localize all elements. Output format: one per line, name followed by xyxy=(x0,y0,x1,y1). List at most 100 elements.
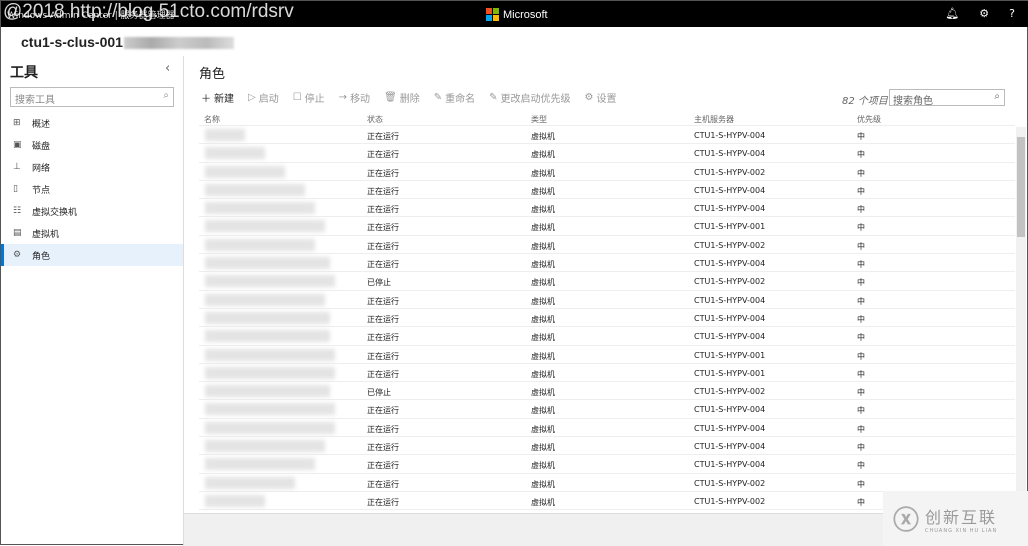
table-cell: 虚拟机 xyxy=(531,186,555,196)
sidebar-item[interactable]: ▯ 节点 xyxy=(1,178,183,200)
toolbar: ＋新建 ▷ 启动 ☐ 停止 → 移动 🗑︎ 删除 ✎ 重命名 ✎ 更改启动优先级 ⚙ 设置 xyxy=(201,90,617,105)
sidebar-item[interactable]: ▣ 磁盘 xyxy=(1,134,183,156)
brand-label: Microsoft xyxy=(503,8,548,21)
toolbar-button[interactable]: → 移动 xyxy=(339,90,370,105)
table-cell: 虚拟机 xyxy=(531,369,555,379)
collapse-icon[interactable]: ‹ xyxy=(165,61,170,76)
column-header[interactable]: 优先级 xyxy=(857,114,881,125)
table-cell: CTU1-S-HYPV-002 xyxy=(694,277,766,287)
table-row[interactable]: 正在运行 虚拟机 CTU1-S-HYPV-004 中 xyxy=(199,327,1015,346)
redacted-name xyxy=(205,330,330,343)
sidebar-item-label: 网络 xyxy=(32,163,51,174)
toolbar-label: 重命名 xyxy=(445,94,476,105)
search-icon[interactable]: ⌕ xyxy=(163,90,169,101)
toolbar-label: 新建 xyxy=(214,94,234,105)
table-row[interactable]: 正在运行 虚拟机 CTU1-S-HYPV-004 中 xyxy=(199,400,1015,419)
table-cell: 中 xyxy=(857,296,865,306)
table-header: 名称 状态 类型 主机服务器 优先级 xyxy=(199,109,1015,126)
table-row[interactable]: 正在运行 虚拟机 CTU1-S-HYPV-004 中 xyxy=(199,419,1015,438)
sidebar-item-label: 虚拟交换机 xyxy=(32,207,78,218)
redacted-name xyxy=(205,165,285,178)
gear-icon: ⚙ xyxy=(13,250,22,260)
redacted-name xyxy=(205,494,265,507)
table-row[interactable]: 已停止 虚拟机 CTU1-S-HYPV-002 中 xyxy=(199,382,1015,401)
sidebar-item[interactable]: ⊞ 概述 xyxy=(1,112,183,134)
table-cell: 中 xyxy=(857,497,865,507)
table-cell: CTU1-S-HYPV-001 xyxy=(694,222,766,232)
table-row[interactable]: 正在运行 虚拟机 CTU1-S-HYPV-004 中 xyxy=(199,126,1015,145)
toolbar-label: 设置 xyxy=(596,94,617,105)
toolbar-button[interactable]: ✎ 更改启动优先级 xyxy=(489,90,570,105)
table-cell: 正在运行 xyxy=(367,479,399,489)
table-row[interactable]: 正在运行 虚拟机 CTU1-S-HYPV-001 中 xyxy=(199,346,1015,364)
toolbar-button[interactable]: ＋新建 xyxy=(201,90,234,105)
toolbar-button[interactable]: ⚙ 设置 xyxy=(585,90,617,105)
role-search-input[interactable]: 搜索角色 ⌕ xyxy=(889,89,1005,107)
toolbar-button[interactable]: ✎ 重命名 xyxy=(434,90,475,105)
table-cell: 正在运行 xyxy=(367,186,399,196)
table-row[interactable]: 已停止 虚拟机 CTU1-S-HYPV-002 中 xyxy=(199,272,1015,291)
table-row[interactable]: 正在运行 虚拟机 CTU1-S-HYPV-004 中 xyxy=(199,455,1015,474)
item-count: 82 个项目 xyxy=(842,96,888,107)
gear-icon[interactable]: ⚙ xyxy=(979,7,989,20)
table-cell: CTU1-S-HYPV-002 xyxy=(694,167,766,177)
table-cell: 中 xyxy=(857,479,865,489)
scrollbar[interactable] xyxy=(1016,127,1026,513)
toolbar-button[interactable]: ▷ 启动 xyxy=(248,90,279,105)
table-cell: 正在运行 xyxy=(367,351,399,361)
table-row[interactable]: 正在运行 虚拟机 CTU1-S-HYPV-004 中 xyxy=(199,437,1015,456)
table-cell: 虚拟机 xyxy=(531,314,555,324)
table-row[interactable]: 正在运行 虚拟机 CTU1-S-HYPV-002 中 xyxy=(199,474,1015,492)
table-cell: CTU1-S-HYPV-002 xyxy=(694,387,766,397)
table-row[interactable]: 正在运行 虚拟机 CTU1-S-HYPV-004 中 xyxy=(199,309,1015,328)
watermark: @2018 http://blog.51cto.com/rdsrv xyxy=(3,1,294,22)
table-row[interactable]: 正在运行 虚拟机 CTU1-S-HYPV-001 中 xyxy=(199,217,1015,236)
toolbar-button[interactable]: ☐ 停止 xyxy=(293,90,325,105)
search-icon[interactable]: ⌕ xyxy=(994,91,1000,102)
table-cell: 正在运行 xyxy=(367,132,399,141)
table-cell: 中 xyxy=(857,205,865,215)
table-cell: CTU1-S-HYPV-004 xyxy=(694,405,766,415)
scrollbar-thumb[interactable] xyxy=(1017,137,1025,237)
table-cell: CTU1-S-HYPV-001 xyxy=(694,368,766,378)
table-cell: 虚拟机 xyxy=(531,260,555,270)
table-cell: 虚拟机 xyxy=(531,406,555,416)
table-cell: 中 xyxy=(857,223,865,233)
table-cell: CTU1-S-HYPV-004 xyxy=(694,149,766,159)
table-row[interactable]: 正在运行 虚拟机 CTU1-S-HYPV-002 中 xyxy=(199,163,1015,181)
tool-search-input[interactable]: 搜索工具 ⌕ xyxy=(10,87,174,107)
logo-mark-icon: ⓧ xyxy=(893,506,920,536)
table-cell: 正在运行 xyxy=(367,223,399,233)
table-row[interactable]: 正在运行 虚拟机 CTU1-S-HYPV-002 中 xyxy=(199,236,1015,255)
redacted-name xyxy=(205,440,325,453)
table-cell: 中 xyxy=(857,132,865,141)
roles-table: 名称 状态 类型 主机服务器 优先级 正在运行 虚拟机 CTU1-S-HYPV-004 中正在… xyxy=(199,109,1015,511)
column-header[interactable]: 类型 xyxy=(531,114,547,125)
toolbar-button[interactable]: 🗑︎ 删除 xyxy=(384,90,420,105)
column-header[interactable]: 状态 xyxy=(367,114,383,125)
redacted-name xyxy=(205,202,315,215)
logo-subtext: CHUANG XIN HU LIAN xyxy=(925,527,998,534)
table-row[interactable]: 正在运行 虚拟机 CTU1-S-HYPV-004 中 xyxy=(199,144,1015,163)
redacted-name xyxy=(205,293,325,306)
column-header[interactable]: 主机服务器 xyxy=(694,114,734,125)
toolbar-label: 停止 xyxy=(304,94,325,105)
table-row[interactable]: 正在运行 虚拟机 CTU1-S-HYPV-004 中 xyxy=(199,181,1015,200)
redacted-name xyxy=(205,257,330,270)
table-row[interactable]: 正在运行 虚拟机 CTU1-S-HYPV-004 中 xyxy=(199,199,1015,218)
sidebar-item[interactable]: ☷ 虚拟交换机 xyxy=(1,200,183,222)
table-row[interactable]: 正在运行 虚拟机 CTU1-S-HYPV-004 中 xyxy=(199,254,1015,273)
table-cell: 中 xyxy=(857,351,865,361)
table-row[interactable]: 正在运行 虚拟机 CTU1-S-HYPV-004 中 xyxy=(199,291,1015,309)
bell-icon[interactable]: 🔔︎ xyxy=(945,7,959,20)
table-row[interactable]: 正在运行 虚拟机 CTU1-S-HYPV-001 中 xyxy=(199,364,1015,383)
sidebar-item[interactable]: ⊥ 网络 xyxy=(1,156,183,178)
sidebar-item[interactable]: ▤ 虚拟机 xyxy=(1,222,183,244)
search-placeholder: 搜索工具 xyxy=(15,95,55,106)
sidebar-item[interactable]: ⚙ 角色 xyxy=(1,244,183,266)
help-icon[interactable]: ? xyxy=(1009,7,1015,20)
table-cell: 中 xyxy=(857,186,865,196)
column-header[interactable]: 名称 xyxy=(204,114,220,125)
redacted-name xyxy=(205,476,295,489)
logo-text: 创新互联 xyxy=(925,507,998,527)
